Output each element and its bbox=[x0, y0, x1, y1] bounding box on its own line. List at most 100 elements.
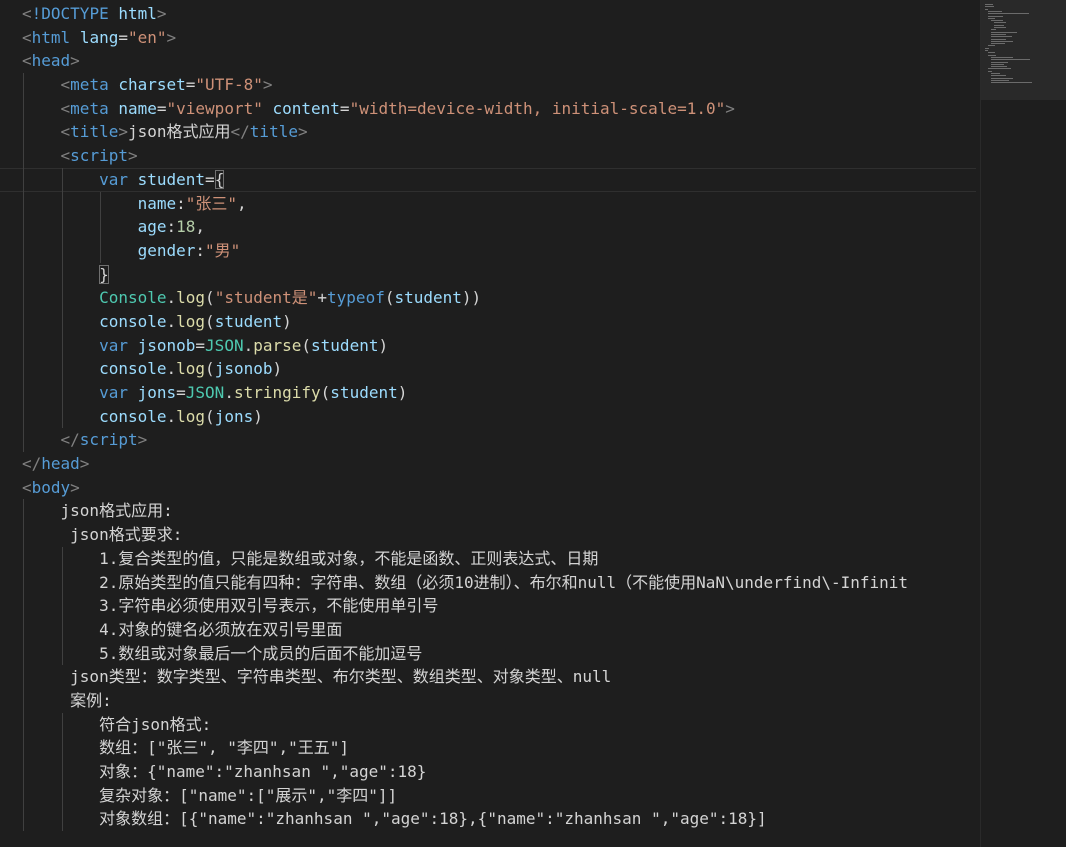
code-token: json类型：数字类型、字符串类型、布尔类型、数组类型、对象类型、null bbox=[60, 667, 612, 687]
code-token: "男" bbox=[205, 240, 241, 260]
code-line[interactable]: 对象：{"name":"zhanhsan ","age":18} bbox=[0, 760, 976, 784]
code-token: 3.字符串必须使用双引号表示，不能使用单引号 bbox=[99, 596, 439, 616]
minimap-line bbox=[985, 50, 989, 51]
code-token: log bbox=[176, 406, 206, 426]
indent-guide bbox=[23, 688, 24, 713]
minimap-line bbox=[991, 40, 1013, 42]
code-line[interactable]: var student={ bbox=[0, 167, 976, 192]
code-token: > bbox=[70, 477, 80, 497]
code-token: "viewport" bbox=[166, 98, 263, 118]
code-token: ( bbox=[205, 288, 215, 308]
code-line[interactable]: console.log(student) bbox=[0, 309, 976, 334]
code-line[interactable]: <title>json格式应用</title> bbox=[0, 120, 976, 145]
code-line[interactable]: 2.原始类型的值只能有四种：字符串、数组（必须10进制）、布尔和null（不能使… bbox=[0, 570, 976, 595]
code-line[interactable]: 1.复合类型的值，只能是数组或对象，不能是函数、正则表达式、日期 bbox=[0, 546, 976, 571]
code-token: 18 bbox=[176, 217, 196, 237]
indent-guide bbox=[100, 191, 101, 216]
code-token: > bbox=[156, 4, 167, 23]
minimap[interactable] bbox=[980, 0, 1066, 847]
code-line[interactable]: age:18, bbox=[0, 215, 976, 239]
code-token: ( bbox=[205, 359, 215, 379]
code-area[interactable]: <!DOCTYPE html> <html lang="en"> <head> <m… bbox=[0, 2, 976, 847]
code-line[interactable]: json类型：数字类型、字符串类型、布尔类型、数组类型、对象类型、null bbox=[0, 665, 976, 689]
indent-guide bbox=[61, 594, 63, 618]
code-line[interactable]: json格式应用: bbox=[0, 499, 976, 524]
code-token: : bbox=[176, 193, 186, 213]
code-line[interactable]: <meta name="viewport" content="width=dev… bbox=[0, 96, 976, 121]
code-line[interactable]: 4.对象的键名必须放在双引号里面 bbox=[0, 617, 976, 642]
code-line[interactable]: Console.log("student是"+typeof(student)) bbox=[0, 286, 976, 310]
code-token: 2.原始类型的值只能有四种：字符串、数组（必须10进制）、布尔和null（不能使… bbox=[99, 572, 909, 592]
minimap-line bbox=[988, 10, 1003, 12]
code-line[interactable]: </script> bbox=[0, 428, 976, 453]
code-line[interactable]: gender:"男" bbox=[0, 238, 976, 263]
code-line[interactable]: 5.数组或对象最后一个成员的后面不能加逗号 bbox=[0, 641, 976, 666]
indent-guide bbox=[23, 404, 24, 429]
code-line[interactable]: <!DOCTYPE html> bbox=[0, 2, 976, 26]
code-line[interactable]: } bbox=[0, 262, 976, 287]
indent-guide bbox=[61, 262, 63, 287]
code-line[interactable]: </head> bbox=[0, 452, 976, 476]
code-line[interactable]: <body> bbox=[0, 476, 976, 500]
indent-guide bbox=[61, 309, 63, 334]
code-token: > bbox=[79, 454, 90, 474]
indent-guide bbox=[61, 807, 63, 832]
code-line[interactable]: <head> bbox=[0, 49, 976, 73]
code-token: 复杂对象：["name":["展示","李四"]] bbox=[99, 785, 398, 805]
indent-guide bbox=[23, 428, 24, 453]
code-line[interactable]: console.log(jons) bbox=[0, 404, 976, 429]
code-token: + bbox=[317, 288, 328, 308]
code-token: script bbox=[70, 146, 128, 166]
code-line[interactable]: var jons=JSON.stringify(student) bbox=[0, 381, 976, 405]
code-line[interactable]: json格式要求: bbox=[0, 523, 976, 547]
code-line[interactable]: console.log(jsonob) bbox=[0, 357, 976, 381]
code-token: log bbox=[176, 311, 206, 331]
indent-guide bbox=[23, 381, 24, 405]
minimap-line bbox=[994, 27, 1007, 28]
code-line[interactable]: 对象数组：[{"name":"zhanhsan ","age":18},{"na… bbox=[0, 807, 976, 832]
code-token: 1.复合类型的值，只能是数组或对象，不能是函数、正则表达式、日期 bbox=[99, 548, 599, 568]
code-line[interactable]: name:"张三", bbox=[0, 191, 976, 216]
code-token: !DOCTYPE bbox=[31, 4, 109, 23]
indent-guide bbox=[23, 712, 24, 737]
indent-guide bbox=[23, 215, 24, 239]
code-line[interactable]: <script> bbox=[0, 144, 976, 168]
code-line[interactable]: <html lang="en"> bbox=[0, 26, 976, 50]
code-line[interactable]: var jsonob=JSON.parse(student) bbox=[0, 333, 976, 358]
code-token: ) bbox=[397, 383, 408, 402]
indent-guide bbox=[23, 570, 24, 595]
code-token: console bbox=[99, 359, 167, 379]
code-token: head bbox=[41, 454, 80, 474]
code-line[interactable]: 3.字符串必须使用双引号表示，不能使用单引号 bbox=[0, 594, 976, 618]
code-token: script bbox=[79, 430, 138, 450]
code-token: JSON bbox=[185, 383, 225, 402]
code-token: log bbox=[176, 359, 206, 379]
minimap-line bbox=[991, 36, 1012, 38]
code-line[interactable]: 复杂对象：["name":["展示","李四"]] bbox=[0, 783, 976, 808]
code-token: . bbox=[166, 311, 177, 331]
minimap-line bbox=[991, 77, 1013, 79]
code-line[interactable]: 案例: bbox=[0, 688, 976, 713]
code-token: = bbox=[156, 98, 167, 118]
code-editor[interactable]: <!DOCTYPE html> <html lang="en"> <head> <m… bbox=[0, 0, 1066, 847]
indent-guide bbox=[61, 357, 63, 381]
code-line[interactable]: 符合json格式: bbox=[0, 712, 976, 737]
code-token: "width=device-width, initial-scale=1.0" bbox=[349, 98, 726, 118]
code-line[interactable]: 数组：["张三", "李四","王五"] bbox=[0, 736, 976, 760]
code-token: , bbox=[237, 193, 247, 213]
code-token: JSON bbox=[205, 335, 244, 355]
indent-guide bbox=[23, 286, 24, 310]
indent-guide bbox=[61, 783, 63, 808]
code-token: < bbox=[22, 27, 32, 47]
indent-guide bbox=[61, 286, 63, 310]
code-line[interactable]: <meta charset="UTF-8"> bbox=[0, 73, 976, 97]
indent-guide bbox=[23, 617, 24, 642]
indent-guide bbox=[23, 167, 24, 192]
indent-guide bbox=[100, 215, 101, 239]
code-token: ( bbox=[205, 406, 215, 426]
code-token: jsonob bbox=[214, 359, 273, 379]
indent-guide bbox=[61, 404, 63, 429]
